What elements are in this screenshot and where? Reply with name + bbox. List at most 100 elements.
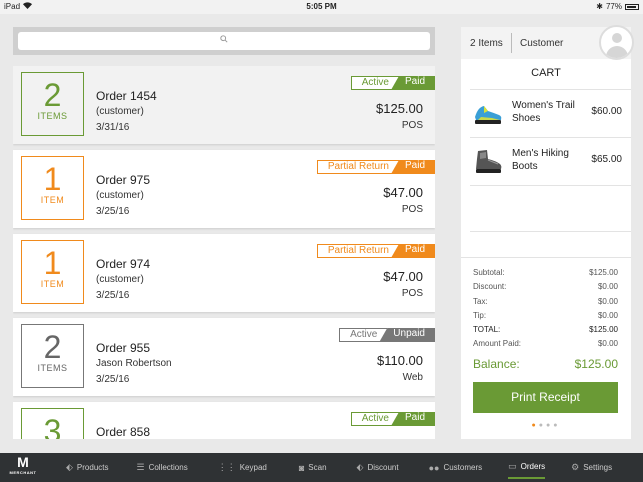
order-title: Order 1454: [96, 89, 157, 103]
logo-mark: M: [17, 454, 29, 470]
divider: [470, 185, 631, 186]
hiking-boot-icon: [472, 145, 504, 177]
order-amount: $110.00: [376, 353, 423, 368]
tax-label: Tax:: [473, 296, 488, 306]
page-dot-active: ●: [531, 422, 539, 429]
status-badge-left: Partial Return: [316, 244, 399, 258]
cart-header: 2 Items Customer: [461, 25, 634, 60]
item-unit: ITEM: [40, 279, 65, 289]
order-amount: $47.00: [383, 269, 423, 284]
orders-list: 2 ITEMS Order 1454 (customer) 3/31/16 Ac…: [13, 66, 435, 439]
page-dot: ●: [553, 422, 561, 429]
bluetooth-icon: ✱: [596, 2, 603, 11]
order-title: Order 974: [96, 257, 151, 271]
page-indicator[interactable]: ●●●●: [461, 422, 631, 429]
merchant-logo: M MERCHANT: [0, 453, 46, 482]
divider: [461, 257, 631, 258]
amount-paid-value: $0.00: [597, 339, 618, 349]
nav-item-collections[interactable]: ☰ Collections: [137, 453, 188, 482]
balance-value: $125.00: [574, 357, 618, 371]
order-date: 3/25/16: [96, 290, 130, 301]
item-count-box: 2 ITEMS: [21, 324, 84, 388]
order-customer: (customer): [96, 106, 144, 117]
discount-value: $0.00: [597, 282, 618, 292]
status-time: 5:05 PM: [306, 2, 337, 11]
discount-label: Discount:: [473, 282, 507, 292]
keypad-icon: ⋮⋮: [217, 462, 236, 472]
battery-percent: 77%: [605, 2, 622, 11]
status-badge-left: Partial Return: [316, 160, 399, 174]
nav-label: Products: [76, 463, 109, 472]
order-channel: POS: [401, 204, 423, 215]
status-badge: Partial Return Paid: [316, 244, 435, 258]
order-card[interactable]: 2 ITEMS Order 955 Jason Robertson 3/25/1…: [13, 318, 435, 396]
divider: [470, 137, 631, 138]
order-customer: (customer): [96, 274, 144, 285]
order-card[interactable]: 3 Order 858 Active Paid: [13, 402, 435, 439]
order-channel: POS: [401, 288, 423, 299]
order-channel: POS: [401, 120, 423, 131]
cart-panel: 2 Items Customer CART Women's Trail Shoe…: [461, 25, 634, 439]
nav-item-customers[interactable]: ●● Customers: [429, 453, 483, 482]
avatar[interactable]: [599, 25, 634, 60]
status-badge: Active Paid: [350, 76, 435, 90]
status-badge: Partial Return Paid: [316, 160, 435, 174]
cart-totals: Subtotal: $125.00 Discount: $0.00 Tax: $0.0…: [473, 268, 618, 354]
people-icon: ●●: [428, 462, 440, 473]
nav-label: Discount: [367, 463, 399, 472]
cart-item-price: $60.00: [591, 106, 622, 117]
gear-icon: ⚙: [571, 462, 580, 472]
order-customer: (customer): [96, 190, 144, 201]
cart-item[interactable]: Women's Trail Shoes $60.00: [470, 91, 631, 137]
nav-item-keypad[interactable]: ⋮⋮ Keypad: [218, 453, 267, 482]
order-card[interactable]: 1 ITEM Order 975 (customer) 3/25/16 Part…: [13, 150, 435, 228]
list-icon: ☰: [136, 462, 145, 472]
order-date: 3/31/16: [96, 122, 130, 133]
cart-item-name: Women's Trail Shoes: [512, 100, 575, 124]
order-title: Order 858: [96, 425, 151, 439]
item-count: 3: [43, 413, 62, 439]
search-icon: [220, 35, 228, 46]
nav-item-discount[interactable]: ⬖ Discount: [357, 453, 399, 482]
total-label: TOTAL:: [473, 325, 501, 335]
nav-label: Collections: [148, 463, 188, 472]
order-channel: Web: [402, 372, 423, 383]
status-badge-left: Active: [339, 328, 388, 342]
customer-button[interactable]: Customer: [520, 38, 563, 49]
search-input[interactable]: [18, 32, 430, 50]
camera-icon: ◙: [298, 462, 305, 473]
nav-label: Keypad: [239, 463, 267, 472]
nav-label: Orders: [520, 462, 546, 471]
subtotal-label: Subtotal:: [473, 268, 505, 277]
order-card[interactable]: 1 ITEM Order 974 (customer) 3/25/16 Part…: [13, 234, 435, 312]
status-badge: Active Paid: [350, 412, 435, 426]
balance-row: Balance: $125.00: [473, 357, 618, 371]
total-value: $125.00: [589, 325, 618, 335]
item-count-box: 1 ITEM: [21, 240, 84, 304]
print-receipt-button[interactable]: Print Receipt: [473, 382, 618, 413]
logo-text: MERCHANT: [9, 470, 37, 475]
page-dot: ●: [538, 422, 546, 429]
order-title: Order 975: [96, 173, 151, 187]
order-card[interactable]: 2 ITEMS Order 1454 (customer) 3/31/16 Ac…: [13, 66, 435, 144]
status-badge: Active Unpaid: [339, 328, 435, 342]
item-unit: ITEMS: [37, 111, 68, 121]
order-date: 3/25/16: [96, 206, 130, 217]
battery-icon: [625, 3, 639, 10]
cart-title: CART: [531, 67, 561, 79]
nav-item-orders[interactable]: ▭ Orders: [508, 457, 546, 479]
nav-label: Scan: [308, 463, 327, 472]
order-amount: $47.00: [383, 185, 423, 200]
tax-value: $0.00: [597, 296, 618, 306]
nav-item-scan[interactable]: ◙ Scan: [299, 453, 327, 482]
amount-paid-label: Amount Paid:: [473, 339, 522, 349]
tip-value: $0.00: [597, 310, 618, 320]
nav-item-products[interactable]: ⬖ Products: [66, 453, 109, 482]
cart-item-price: $65.00: [591, 154, 622, 165]
nav-item-settings[interactable]: ⚙ Settings: [571, 453, 612, 482]
cart-item[interactable]: Men's Hiking Boots $65.00: [470, 139, 631, 185]
cart-items-count[interactable]: 2 Items: [470, 38, 503, 49]
tip-label: Tip:: [473, 310, 487, 320]
item-count-box: 3: [21, 408, 84, 439]
balance-label: Balance:: [473, 357, 520, 371]
